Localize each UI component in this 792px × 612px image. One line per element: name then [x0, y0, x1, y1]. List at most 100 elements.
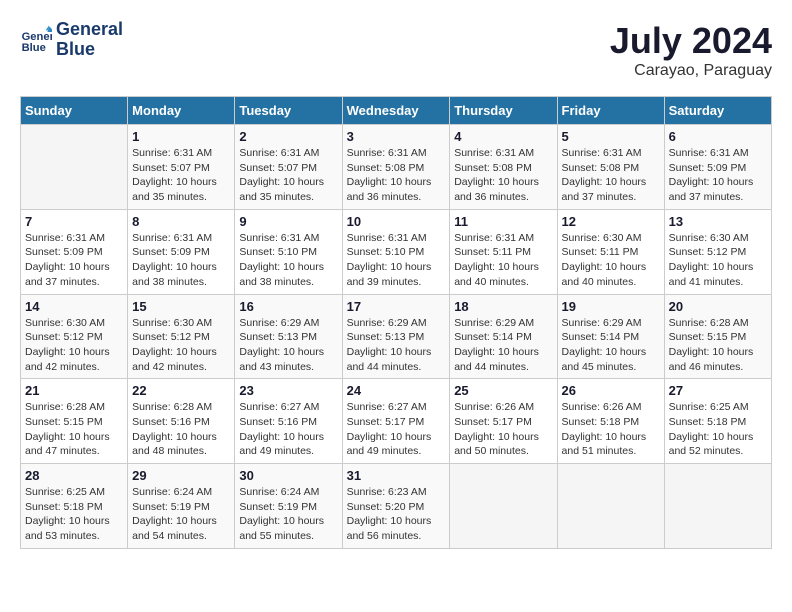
day-number: 21 [25, 383, 123, 398]
day-detail: Sunrise: 6:30 AMSunset: 5:12 PMDaylight:… [132, 316, 230, 375]
day-detail: Sunrise: 6:28 AMSunset: 5:15 PMDaylight:… [669, 316, 767, 375]
day-number: 11 [454, 214, 552, 229]
calendar-cell: 13 Sunrise: 6:30 AMSunset: 5:12 PMDayligh… [664, 209, 771, 294]
header-saturday: Saturday [664, 97, 771, 125]
title-area: July 2024 Carayao, Paraguay [610, 20, 772, 80]
day-number: 2 [239, 129, 337, 144]
calendar-cell: 23 Sunrise: 6:27 AMSunset: 5:16 PMDayligh… [235, 379, 342, 464]
calendar-table: SundayMondayTuesdayWednesdayThursdayFrid… [20, 96, 772, 549]
day-detail: Sunrise: 6:31 AMSunset: 5:08 PMDaylight:… [562, 146, 660, 205]
day-number: 3 [347, 129, 446, 144]
calendar-cell: 14 Sunrise: 6:30 AMSunset: 5:12 PMDayligh… [21, 294, 128, 379]
header-tuesday: Tuesday [235, 97, 342, 125]
day-number: 17 [347, 299, 446, 314]
calendar-cell: 27 Sunrise: 6:25 AMSunset: 5:18 PMDayligh… [664, 379, 771, 464]
logo-general: General [56, 20, 123, 40]
calendar-cell: 10Sunrise: 6:31 AMSunset: 5:10 PMDayligh… [342, 209, 450, 294]
calendar-cell: 5Sunrise: 6:31 AMSunset: 5:08 PMDaylight… [557, 125, 664, 210]
day-number: 10 [347, 214, 446, 229]
calendar-cell: 2 Sunrise: 6:31 AMSunset: 5:07 PMDaylight… [235, 125, 342, 210]
calendar-cell: 22 Sunrise: 6:28 AMSunset: 5:16 PMDayligh… [128, 379, 235, 464]
calendar-cell [664, 464, 771, 549]
calendar-cell: 18Sunrise: 6:29 AMSunset: 5:14 PMDayligh… [450, 294, 557, 379]
calendar-cell: 29 Sunrise: 6:24 AMSunset: 5:19 PMDayligh… [128, 464, 235, 549]
calendar-cell: 25Sunrise: 6:26 AMSunset: 5:17 PMDayligh… [450, 379, 557, 464]
day-detail: Sunrise: 6:23 AMSunset: 5:20 PMDaylight:… [347, 485, 446, 544]
logo-blue: Blue [56, 40, 123, 60]
calendar-cell: 28Sunrise: 6:25 AMSunset: 5:18 PMDayligh… [21, 464, 128, 549]
calendar-cell: 30 Sunrise: 6:24 AMSunset: 5:19 PMDayligh… [235, 464, 342, 549]
calendar-cell: 26 Sunrise: 6:26 AMSunset: 5:18 PMDayligh… [557, 379, 664, 464]
day-detail: Sunrise: 6:31 AMSunset: 5:07 PMDaylight:… [239, 146, 337, 205]
calendar-header-row: SundayMondayTuesdayWednesdayThursdayFrid… [21, 97, 772, 125]
svg-text:General: General [22, 31, 52, 43]
location-subtitle: Carayao, Paraguay [610, 62, 772, 80]
day-number: 12 [562, 214, 660, 229]
calendar-cell: 6Sunrise: 6:31 AMSunset: 5:09 PMDaylight… [664, 125, 771, 210]
day-detail: Sunrise: 6:24 AMSunset: 5:19 PMDaylight:… [132, 485, 230, 544]
calendar-cell: 11 Sunrise: 6:31 AMSunset: 5:11 PMDayligh… [450, 209, 557, 294]
day-detail: Sunrise: 6:28 AMSunset: 5:16 PMDaylight:… [132, 400, 230, 459]
day-detail: Sunrise: 6:29 AMSunset: 5:13 PMDaylight:… [239, 316, 337, 375]
day-number: 24 [347, 383, 446, 398]
calendar-cell: 9 Sunrise: 6:31 AMSunset: 5:10 PMDaylight… [235, 209, 342, 294]
calendar-cell: 20 Sunrise: 6:28 AMSunset: 5:15 PMDayligh… [664, 294, 771, 379]
header-sunday: Sunday [21, 97, 128, 125]
calendar-cell: 8 Sunrise: 6:31 AMSunset: 5:09 PMDaylight… [128, 209, 235, 294]
day-detail: Sunrise: 6:31 AMSunset: 5:11 PMDaylight:… [454, 231, 552, 290]
calendar-cell: 24 Sunrise: 6:27 AMSunset: 5:17 PMDayligh… [342, 379, 450, 464]
day-number: 13 [669, 214, 767, 229]
day-detail: Sunrise: 6:26 AMSunset: 5:17 PMDaylight:… [454, 400, 552, 459]
day-detail: Sunrise: 6:24 AMSunset: 5:19 PMDaylight:… [239, 485, 337, 544]
day-detail: Sunrise: 6:31 AMSunset: 5:09 PMDaylight:… [132, 231, 230, 290]
day-number: 27 [669, 383, 767, 398]
header-monday: Monday [128, 97, 235, 125]
header-friday: Friday [557, 97, 664, 125]
day-detail: Sunrise: 6:30 AMSunset: 5:12 PMDaylight:… [25, 316, 123, 375]
day-number: 26 [562, 383, 660, 398]
day-detail: Sunrise: 6:25 AMSunset: 5:18 PMDaylight:… [669, 400, 767, 459]
calendar-cell: 17Sunrise: 6:29 AMSunset: 5:13 PMDayligh… [342, 294, 450, 379]
day-detail: Sunrise: 6:26 AMSunset: 5:18 PMDaylight:… [562, 400, 660, 459]
day-number: 22 [132, 383, 230, 398]
day-number: 23 [239, 383, 337, 398]
day-detail: Sunrise: 6:27 AMSunset: 5:16 PMDaylight:… [239, 400, 337, 459]
week-row-5: 28Sunrise: 6:25 AMSunset: 5:18 PMDayligh… [21, 464, 772, 549]
calendar-cell: 4Sunrise: 6:31 AMSunset: 5:08 PMDaylight… [450, 125, 557, 210]
day-detail: Sunrise: 6:29 AMSunset: 5:14 PMDaylight:… [454, 316, 552, 375]
day-number: 15 [132, 299, 230, 314]
day-detail: Sunrise: 6:27 AMSunset: 5:17 PMDaylight:… [347, 400, 446, 459]
calendar-cell: 1Sunrise: 6:31 AMSunset: 5:07 PMDaylight… [128, 125, 235, 210]
logo-icon: General Blue [20, 24, 52, 56]
svg-text:Blue: Blue [22, 42, 46, 54]
day-detail: Sunrise: 6:31 AMSunset: 5:10 PMDaylight:… [239, 231, 337, 290]
day-number: 20 [669, 299, 767, 314]
day-number: 28 [25, 468, 123, 483]
week-row-3: 14 Sunrise: 6:30 AMSunset: 5:12 PMDayligh… [21, 294, 772, 379]
day-number: 14 [25, 299, 123, 314]
calendar-cell: 7Sunrise: 6:31 AMSunset: 5:09 PMDaylight… [21, 209, 128, 294]
calendar-cell [450, 464, 557, 549]
day-number: 7 [25, 214, 123, 229]
day-number: 30 [239, 468, 337, 483]
header-wednesday: Wednesday [342, 97, 450, 125]
day-detail: Sunrise: 6:28 AMSunset: 5:15 PMDaylight:… [25, 400, 123, 459]
logo: General Blue General Blue [20, 20, 123, 60]
day-detail: Sunrise: 6:30 AMSunset: 5:12 PMDaylight:… [669, 231, 767, 290]
calendar-cell [557, 464, 664, 549]
day-number: 8 [132, 214, 230, 229]
calendar-cell: 21 Sunrise: 6:28 AMSunset: 5:15 PMDayligh… [21, 379, 128, 464]
day-number: 16 [239, 299, 337, 314]
day-number: 29 [132, 468, 230, 483]
calendar-cell: 16 Sunrise: 6:29 AMSunset: 5:13 PMDayligh… [235, 294, 342, 379]
week-row-1: 1Sunrise: 6:31 AMSunset: 5:07 PMDaylight… [21, 125, 772, 210]
day-number: 9 [239, 214, 337, 229]
day-detail: Sunrise: 6:31 AMSunset: 5:08 PMDaylight:… [454, 146, 552, 205]
page-header: General Blue General Blue July 2024 Cara… [20, 20, 772, 80]
calendar-cell [21, 125, 128, 210]
calendar-cell: 15 Sunrise: 6:30 AMSunset: 5:12 PMDayligh… [128, 294, 235, 379]
calendar-cell: 3Sunrise: 6:31 AMSunset: 5:08 PMDaylight… [342, 125, 450, 210]
day-number: 6 [669, 129, 767, 144]
month-year-title: July 2024 [610, 20, 772, 62]
calendar-cell: 12Sunrise: 6:30 AMSunset: 5:11 PMDayligh… [557, 209, 664, 294]
